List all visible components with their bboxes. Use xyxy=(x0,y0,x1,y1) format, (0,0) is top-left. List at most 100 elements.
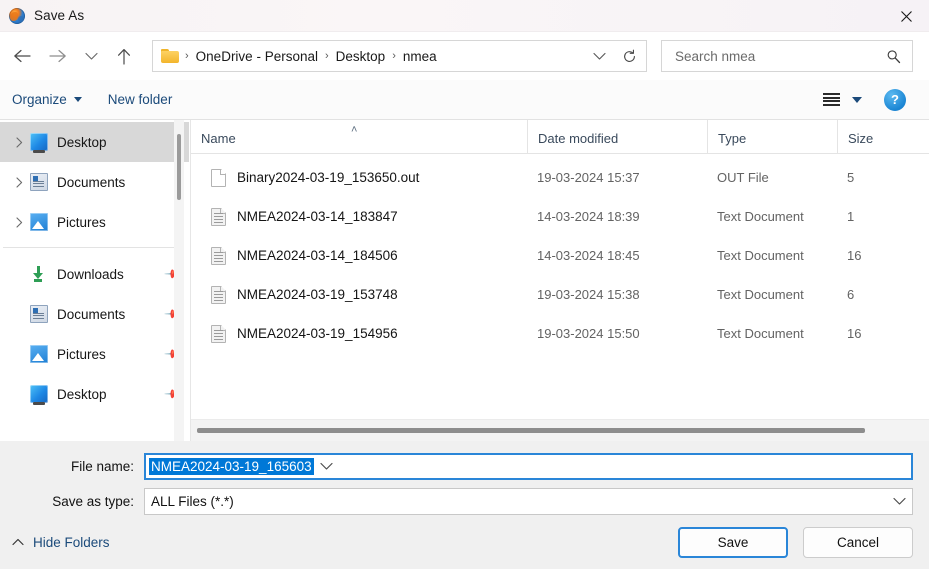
file-name-combobox[interactable]: NMEA2024-03-19_165603 xyxy=(144,452,913,480)
recent-locations-chevron-down-icon[interactable] xyxy=(76,40,106,72)
file-size-cell: 6 xyxy=(847,287,855,302)
column-header-size[interactable]: Size xyxy=(837,120,929,153)
sidebar-item-label: Downloads xyxy=(57,266,124,282)
breadcrumb: › OneDrive - Personal › Desktop › nmea xyxy=(183,46,584,67)
downloads-icon xyxy=(30,265,48,283)
sort-ascending-icon: ˄ xyxy=(351,124,358,136)
sidebar-item-documents-tree[interactable]: Documents xyxy=(0,162,189,202)
folder-icon xyxy=(161,49,179,63)
sidebar-item-desktop-tree[interactable]: Desktop xyxy=(0,122,189,162)
documents-icon xyxy=(30,173,48,191)
list-view-icon[interactable] xyxy=(823,93,840,106)
help-button[interactable]: ? xyxy=(884,88,906,111)
save-button[interactable]: Save xyxy=(678,526,788,558)
new-folder-button[interactable]: New folder xyxy=(108,92,173,107)
dialog-body: Desktop Documents Pictures Downloads Doc… xyxy=(0,120,929,441)
column-headers: Name ˄ Date modified Type Size xyxy=(191,120,929,154)
table-row[interactable]: NMEA2024-03-19_154956 19-03-2024 15:50 T… xyxy=(191,314,929,353)
search-input[interactable] xyxy=(673,47,886,65)
file-name-cell: NMEA2024-03-19_154956 xyxy=(191,324,527,343)
table-row[interactable]: NMEA2024-03-14_184506 14-03-2024 18:45 T… xyxy=(191,236,929,275)
column-header-label: Date modified xyxy=(538,131,619,146)
text-file-icon xyxy=(211,285,226,304)
file-name-input[interactable]: NMEA2024-03-19_165603 xyxy=(149,457,314,475)
chevron-right-icon[interactable] xyxy=(8,176,30,188)
file-name-cell: NMEA2024-03-14_184506 xyxy=(191,246,527,265)
breadcrumb-item-desktop[interactable]: Desktop xyxy=(331,46,391,67)
title-bar: Save As xyxy=(0,0,929,32)
close-icon[interactable] xyxy=(883,0,929,32)
breadcrumb-separator: › xyxy=(392,50,396,62)
text-file-icon xyxy=(211,246,226,265)
column-header-label: Name xyxy=(201,131,236,146)
pictures-icon xyxy=(30,345,48,363)
address-bar[interactable]: › OneDrive - Personal › Desktop › nmea xyxy=(152,40,647,72)
file-name-cell: NMEA2024-03-14_183847 xyxy=(191,207,527,226)
column-header-date-modified[interactable]: Date modified xyxy=(527,120,707,153)
save-as-type-label: Save as type: xyxy=(52,493,134,509)
file-type-cell: Text Document xyxy=(717,287,804,302)
chevron-right-icon[interactable] xyxy=(8,136,30,148)
file-name-label: Binary2024-03-19_153650.out xyxy=(237,170,420,185)
text-file-icon xyxy=(211,207,226,226)
file-name-cell: Binary2024-03-19_153650.out xyxy=(191,168,527,187)
back-arrow-icon[interactable] xyxy=(4,40,40,72)
column-header-type[interactable]: Type xyxy=(707,120,837,153)
chevron-down-icon[interactable] xyxy=(314,462,340,471)
organize-button[interactable]: Organize xyxy=(12,92,82,107)
file-list-horizontal-scrollbar[interactable] xyxy=(191,419,929,441)
column-header-label: Type xyxy=(718,131,747,146)
breadcrumb-item-nmea[interactable]: nmea xyxy=(398,46,442,67)
view-options-chevron-down-icon[interactable] xyxy=(852,96,862,103)
file-type-cell: Text Document xyxy=(717,326,804,341)
chevron-down-icon[interactable] xyxy=(886,497,912,506)
sidebar-item-pictures-tree[interactable]: Pictures xyxy=(0,202,189,242)
address-chevron-down-icon[interactable] xyxy=(584,42,614,70)
search-box[interactable] xyxy=(661,40,913,72)
navigation-sidebar[interactable]: Desktop Documents Pictures Downloads Doc… xyxy=(0,120,190,441)
file-size-cell: 5 xyxy=(847,170,855,185)
sidebar-item-label: Desktop xyxy=(57,386,107,402)
desktop-icon xyxy=(30,385,48,405)
command-bar: Organize New folder ? xyxy=(0,80,929,120)
horizontal-scrollbar-thumb[interactable] xyxy=(197,428,865,433)
file-date-cell: 19-03-2024 15:50 xyxy=(537,326,640,341)
sidebar-item-label: Pictures xyxy=(57,346,106,362)
file-date-cell: 14-03-2024 18:39 xyxy=(537,209,640,224)
table-row[interactable]: Binary2024-03-19_153650.out 19-03-2024 1… xyxy=(191,158,929,197)
file-name-label: File name: xyxy=(70,458,134,474)
sidebar-item-downloads[interactable]: Downloads 📌 xyxy=(0,254,189,294)
file-size-cell: 16 xyxy=(847,248,862,263)
blank-file-icon xyxy=(211,168,226,187)
column-header-label: Size xyxy=(848,131,874,146)
pictures-icon xyxy=(30,213,48,231)
sidebar-item-label: Documents xyxy=(57,306,126,322)
window-title: Save As xyxy=(34,8,85,23)
chevron-down-icon xyxy=(73,97,82,102)
new-folder-label: New folder xyxy=(107,92,173,107)
sidebar-item-label: Documents xyxy=(57,174,126,190)
column-header-name[interactable]: Name ˄ xyxy=(191,120,527,153)
breadcrumb-item-onedrive[interactable]: OneDrive - Personal xyxy=(191,46,323,67)
table-row[interactable]: NMEA2024-03-14_183847 14-03-2024 18:39 T… xyxy=(191,197,929,236)
dialog-footer: Hide Folders Save Cancel xyxy=(0,521,929,569)
file-name-cell: NMEA2024-03-19_153748 xyxy=(191,285,527,304)
sidebar-item-label: Pictures xyxy=(57,214,106,230)
sidebar-item-pictures[interactable]: Pictures 📌 xyxy=(0,334,189,374)
file-date-cell: 14-03-2024 18:45 xyxy=(537,248,640,263)
file-type-cell: Text Document xyxy=(717,248,804,263)
up-arrow-icon[interactable] xyxy=(106,40,142,72)
hide-folders-button[interactable]: Hide Folders xyxy=(12,535,110,550)
sidebar-item-desktop[interactable]: Desktop 📌 xyxy=(0,374,189,414)
table-row[interactable]: NMEA2024-03-19_153748 19-03-2024 15:38 T… xyxy=(191,275,929,314)
file-date-cell: 19-03-2024 15:38 xyxy=(537,287,640,302)
refresh-icon[interactable] xyxy=(614,42,644,70)
chevron-right-icon[interactable] xyxy=(8,216,30,228)
sidebar-item-documents[interactable]: Documents 📌 xyxy=(0,294,189,334)
file-type-cell: Text Document xyxy=(717,209,804,224)
sidebar-divider xyxy=(3,247,177,248)
cancel-button[interactable]: Cancel xyxy=(803,526,913,558)
save-as-type-combobox[interactable]: ALL Files (*.*) xyxy=(144,487,913,515)
forward-arrow-icon[interactable] xyxy=(40,40,76,72)
sidebar-scrollbar-thumb[interactable] xyxy=(177,134,181,200)
